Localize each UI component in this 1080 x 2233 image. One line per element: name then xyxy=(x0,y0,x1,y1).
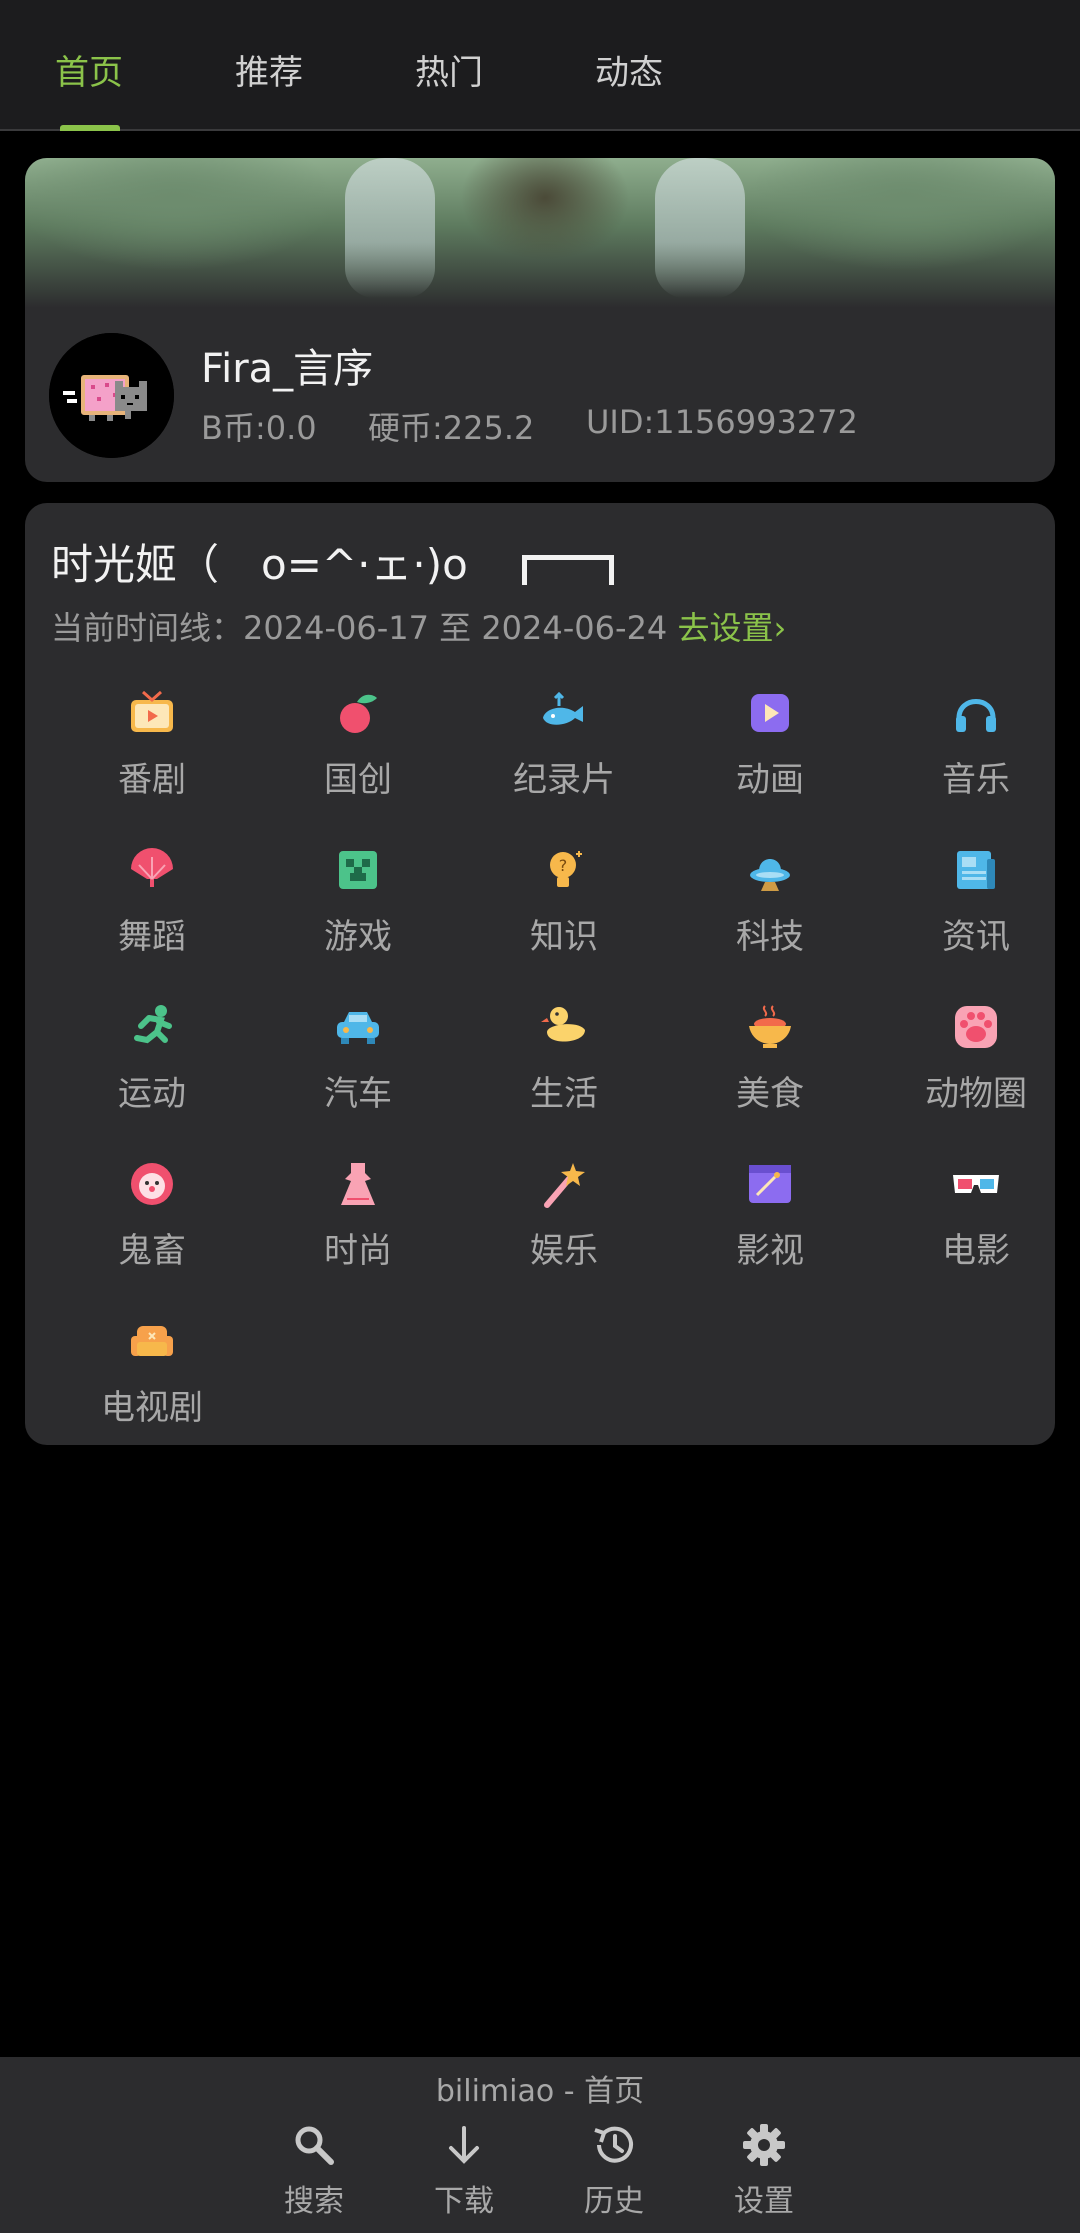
tab-recommend[interactable]: 推荐 xyxy=(224,48,314,98)
active-tab-indicator xyxy=(60,125,120,131)
time-machine-title: 时光姬（ o=^·ェ·)o xyxy=(51,540,510,589)
profile-card[interactable]: Fira_言序 B币:0.0 硬币:225.2 UID:1156993272 xyxy=(25,158,1055,482)
fan-icon xyxy=(131,848,173,887)
magic-wand-icon xyxy=(544,1163,585,1208)
top-tab-bar: 首页 推荐 热门 动态 xyxy=(0,0,1080,131)
food-bowl-icon xyxy=(749,1005,791,1048)
bcoin-balance: B币:0.0 xyxy=(201,409,317,447)
category-dance[interactable]: 舞蹈 xyxy=(62,845,242,995)
timeline-settings-link[interactable]: 去设置› xyxy=(677,609,786,647)
runner-icon xyxy=(134,1005,172,1044)
category-guochuang[interactable]: 国创 xyxy=(268,688,448,838)
profile-banner xyxy=(25,158,1055,308)
category-life[interactable]: 生活 xyxy=(474,1002,654,1152)
peach-icon xyxy=(340,694,377,733)
bottom-page-title: bilimiao - 首页 xyxy=(435,2074,645,2109)
timeline-text: 当前时间线：2024-06-17 至 2024-06-24 去设置› xyxy=(51,603,786,649)
newspaper-icon xyxy=(957,851,995,889)
creeper-icon xyxy=(339,851,377,889)
duck-icon xyxy=(541,1007,585,1042)
download-button[interactable]: 下载 xyxy=(404,2122,524,2220)
search-button[interactable]: 搜索 xyxy=(254,2122,374,2220)
category-food[interactable]: 美食 xyxy=(680,1002,860,1152)
ufo-icon xyxy=(750,859,790,891)
category-sports[interactable]: 运动 xyxy=(62,1002,242,1152)
film-board-icon xyxy=(749,1165,791,1203)
clown-icon xyxy=(131,1163,173,1205)
category-knowledge[interactable]: ? 知识 xyxy=(474,845,654,995)
category-documentary[interactable]: 纪录片 xyxy=(474,688,654,838)
category-kichiku[interactable]: 鬼畜 xyxy=(62,1159,242,1309)
paw-icon xyxy=(955,1006,997,1048)
gear-icon xyxy=(743,2124,785,2166)
svg-text:?: ? xyxy=(559,856,568,875)
username: Fira_言序 xyxy=(201,346,374,392)
banner-figure-left xyxy=(345,158,435,298)
user-uid: UID:1156993272 xyxy=(586,403,858,441)
category-tv-series[interactable]: 电视剧 xyxy=(62,1316,242,1466)
time-machine-card: 时光姬（ o=^·ェ·)o 当前时间线：2024-06-17 至 2024-06… xyxy=(25,503,1055,1445)
search-icon xyxy=(295,2126,334,2165)
dress-icon xyxy=(341,1163,375,1205)
settings-button[interactable]: 设置 xyxy=(704,2122,824,2220)
tab-dynamic[interactable]: 动态 xyxy=(584,48,674,98)
timeline-range: 当前时间线：2024-06-17 至 2024-06-24 xyxy=(51,609,678,647)
coin-balance: 硬币:225.2 xyxy=(368,409,535,447)
category-film-tv[interactable]: 影视 xyxy=(680,1159,860,1309)
chevron-right-icon: › xyxy=(773,609,787,647)
category-movie[interactable]: 电影 xyxy=(886,1159,1066,1309)
whale-icon xyxy=(543,691,583,725)
category-news[interactable]: 资讯 xyxy=(886,845,1066,995)
tab-home[interactable]: 首页 xyxy=(44,48,134,98)
category-music[interactable]: 音乐 xyxy=(886,688,1066,838)
category-animation[interactable]: 动画 xyxy=(680,688,860,838)
download-icon xyxy=(449,2126,479,2164)
category-fashion[interactable]: 时尚 xyxy=(268,1159,448,1309)
3d-glasses-icon xyxy=(953,1175,999,1193)
history-icon xyxy=(594,2126,633,2163)
category-tech[interactable]: 科技 xyxy=(680,845,860,995)
banner-figure-right xyxy=(655,158,745,298)
headphones-icon xyxy=(956,699,996,732)
car-icon xyxy=(337,1012,379,1044)
title-bracket-glyph xyxy=(522,555,614,585)
tab-hot[interactable]: 热门 xyxy=(404,48,494,98)
lightbulb-icon: ? xyxy=(550,851,582,887)
history-button[interactable]: 历史 xyxy=(554,2122,674,2220)
category-car[interactable]: 汽车 xyxy=(268,1002,448,1152)
category-entertainment[interactable]: 娱乐 xyxy=(474,1159,654,1309)
play-box-icon xyxy=(751,694,789,732)
category-animals[interactable]: 动物圈 xyxy=(886,1002,1066,1152)
category-bangumi[interactable]: 番剧 xyxy=(62,688,242,838)
sofa-icon xyxy=(131,1326,173,1356)
tv-icon xyxy=(131,690,173,732)
avatar[interactable] xyxy=(49,333,174,458)
category-game[interactable]: 游戏 xyxy=(268,845,448,995)
